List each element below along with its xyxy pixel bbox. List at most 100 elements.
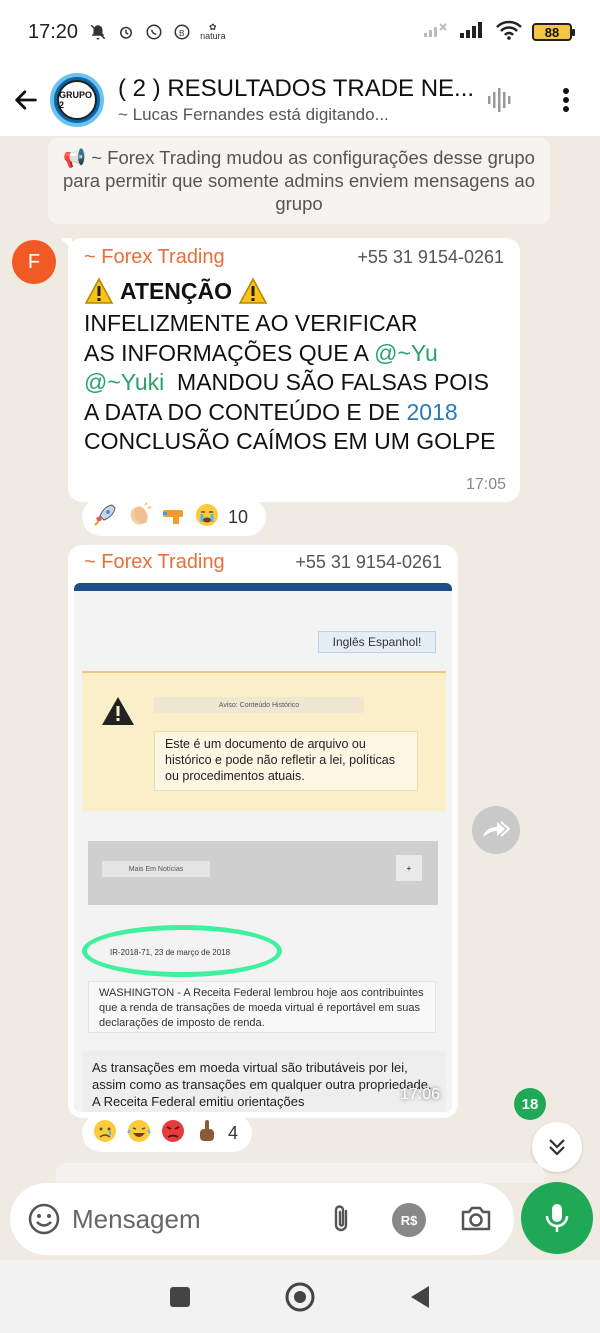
- b-app-icon: B: [172, 22, 192, 42]
- message-bubble[interactable]: ~ Forex Trading +55 31 9154-0261 ATENÇÃO…: [60, 238, 520, 502]
- alarm-icon: [116, 22, 136, 42]
- group-avatar[interactable]: GRUPO 2: [50, 73, 104, 127]
- more-news-label: Mais Em Notícias: [102, 861, 210, 877]
- heading-text: ATENÇÃO: [120, 277, 233, 304]
- voice-chat-button[interactable]: [478, 78, 522, 122]
- status-time: 17:20: [28, 20, 79, 43]
- text-line: AS INFORMAÇÕES QUE A @~Yu: [84, 339, 504, 369]
- forward-icon: [483, 821, 511, 837]
- mention-link[interactable]: @~Yu: [374, 340, 438, 366]
- square-icon: [170, 1286, 190, 1307]
- year-link[interactable]: 2018: [406, 399, 457, 425]
- back-button[interactable]: [2, 76, 50, 124]
- message-heading: ATENÇÃO: [84, 277, 504, 305]
- unread-count-badge: 18: [514, 1088, 546, 1120]
- reactions-bar[interactable]: 10: [82, 498, 266, 536]
- text-segment: AS INFORMAÇÕES QUE A: [84, 339, 375, 366]
- warning-icon: [238, 277, 268, 304]
- battery-indicator: 88: [532, 23, 575, 41]
- system-navigation-bar: [0, 1260, 600, 1333]
- signal-icon: [458, 21, 486, 44]
- notice-label: Aviso: Conteúdo Histórico: [154, 697, 364, 713]
- image-top-bar: [74, 583, 452, 591]
- historical-notice-panel: Aviso: Conteúdo Histórico Este é um docu…: [82, 671, 446, 811]
- back-nav-button[interactable]: [400, 1277, 440, 1317]
- recents-button[interactable]: [160, 1277, 200, 1317]
- status-system-icons: 88: [422, 20, 575, 45]
- system-message: 📢 ~ Forex Trading mudou as configurações…: [48, 138, 550, 224]
- laughing-face-emoji-icon: [126, 1118, 152, 1149]
- emoji-button[interactable]: [26, 1201, 62, 1237]
- image-message-bubble[interactable]: ~ Forex Trading +55 31 9154-0261 Inglês …: [68, 545, 458, 1118]
- notice-text: Este é um documento de arquivo ou histór…: [154, 731, 418, 791]
- home-button[interactable]: [280, 1277, 320, 1317]
- microphone-button[interactable]: [521, 1182, 593, 1254]
- more-options-button[interactable]: [544, 78, 588, 122]
- more-vertical-icon: [563, 88, 569, 112]
- camera-button[interactable]: [458, 1201, 494, 1237]
- message-input[interactable]: [72, 1201, 292, 1237]
- data-off-icon: [422, 21, 448, 44]
- svg-text:B: B: [179, 29, 185, 38]
- text-line: A DATA DO CONTEÚDO E DE 2018: [84, 398, 504, 428]
- waveform-icon: [488, 88, 511, 112]
- warning-icon: [84, 277, 114, 304]
- tax-paragraph: As transações em moeda virtual são tribu…: [82, 1051, 446, 1112]
- sender-avatar[interactable]: F: [12, 240, 56, 284]
- highlight-circle: [82, 925, 282, 977]
- angry-face-emoji-icon: [160, 1118, 186, 1149]
- attached-image[interactable]: Inglês Espanhol! Aviso: Conteúdo Históri…: [74, 583, 452, 1112]
- water-pistol-emoji-icon: [160, 502, 186, 533]
- washington-paragraph: WASHINGTON - A Receita Federal lembrou h…: [88, 981, 436, 1033]
- group-avatar-label: GRUPO 2: [57, 80, 97, 120]
- status-notification-icons: B ✿ natura: [88, 22, 226, 42]
- crying-face-emoji-icon: [194, 502, 220, 533]
- triangle-back-icon: [411, 1285, 429, 1308]
- text-line: CONCLUSÃO CAÍMOS EM UM GOLPE: [84, 428, 496, 454]
- message-text: INFELIZMENTE AO VERIFICAR AS INFORMAÇÕES…: [84, 309, 504, 457]
- natura-label: natura: [200, 31, 226, 41]
- attach-button[interactable]: [324, 1201, 360, 1237]
- rocket-emoji-icon: [92, 502, 118, 533]
- reactions-bar[interactable]: 4: [82, 1114, 252, 1152]
- wifi-icon: [496, 20, 522, 45]
- payment-button[interactable]: R$: [392, 1203, 426, 1237]
- text-segment: MANDOU SÃO FALSAS POIS: [164, 369, 489, 395]
- microphone-icon: [545, 1204, 569, 1232]
- sender-name[interactable]: ~ Forex Trading: [84, 246, 225, 269]
- warning-triangle-icon: [102, 697, 134, 725]
- partial-message-bubble: [56, 1163, 544, 1183]
- middle-finger-emoji-icon: [194, 1118, 220, 1149]
- smiley-icon: [28, 1203, 60, 1235]
- circle-icon: [285, 1282, 315, 1311]
- reaction-count: 10: [228, 506, 249, 527]
- typing-status: ~ Lucas Fernandes está digitando...: [118, 105, 389, 124]
- message-input-bar: R$: [10, 1183, 514, 1255]
- reaction-count: 4: [228, 1122, 239, 1143]
- double-chevron-down-icon: [549, 1139, 565, 1156]
- plus-icon: +: [396, 855, 422, 881]
- camera-icon: [461, 1206, 491, 1231]
- natura-icon: ✿ natura: [200, 22, 226, 41]
- more-news-bar: Mais Em Notícias +: [88, 841, 438, 905]
- message-time: 17:06: [399, 1086, 440, 1103]
- chat-header: GRUPO 2 ( 2 ) RESULTADOS TRADE NE... ~ L…: [0, 64, 600, 136]
- sender-phone: +55 31 9154-0261: [295, 552, 442, 572]
- message-time: 17:05: [465, 476, 506, 493]
- bell-off-icon: [88, 22, 108, 42]
- clapping-hands-emoji-icon: [126, 501, 152, 533]
- sender-name[interactable]: ~ Forex Trading: [84, 551, 225, 574]
- mention-link[interactable]: @~Yuki: [84, 369, 164, 395]
- language-button: Inglês Espanhol!: [318, 631, 436, 653]
- chat-title: ( 2 ) RESULTADOS TRADE NE...: [118, 75, 475, 102]
- text-segment: A DATA DO CONTEÚDO E DE: [84, 398, 407, 425]
- paperclip-icon: [334, 1205, 348, 1232]
- text-line: @~Yuki MANDOU SÃO FALSAS POIS: [84, 368, 504, 398]
- status-bar: 17:20 B ✿ natura 88: [0, 0, 600, 64]
- whatsapp-icon: [144, 22, 164, 42]
- sender-phone: +55 31 9154-0261: [357, 247, 504, 267]
- sad-face-emoji-icon: [92, 1118, 118, 1149]
- forward-button[interactable]: [472, 806, 520, 854]
- text-line: INFELIZMENTE AO VERIFICAR: [84, 310, 418, 336]
- chat-title-area[interactable]: ( 2 ) RESULTADOS TRADE NE... ~ Lucas Fer…: [118, 75, 478, 125]
